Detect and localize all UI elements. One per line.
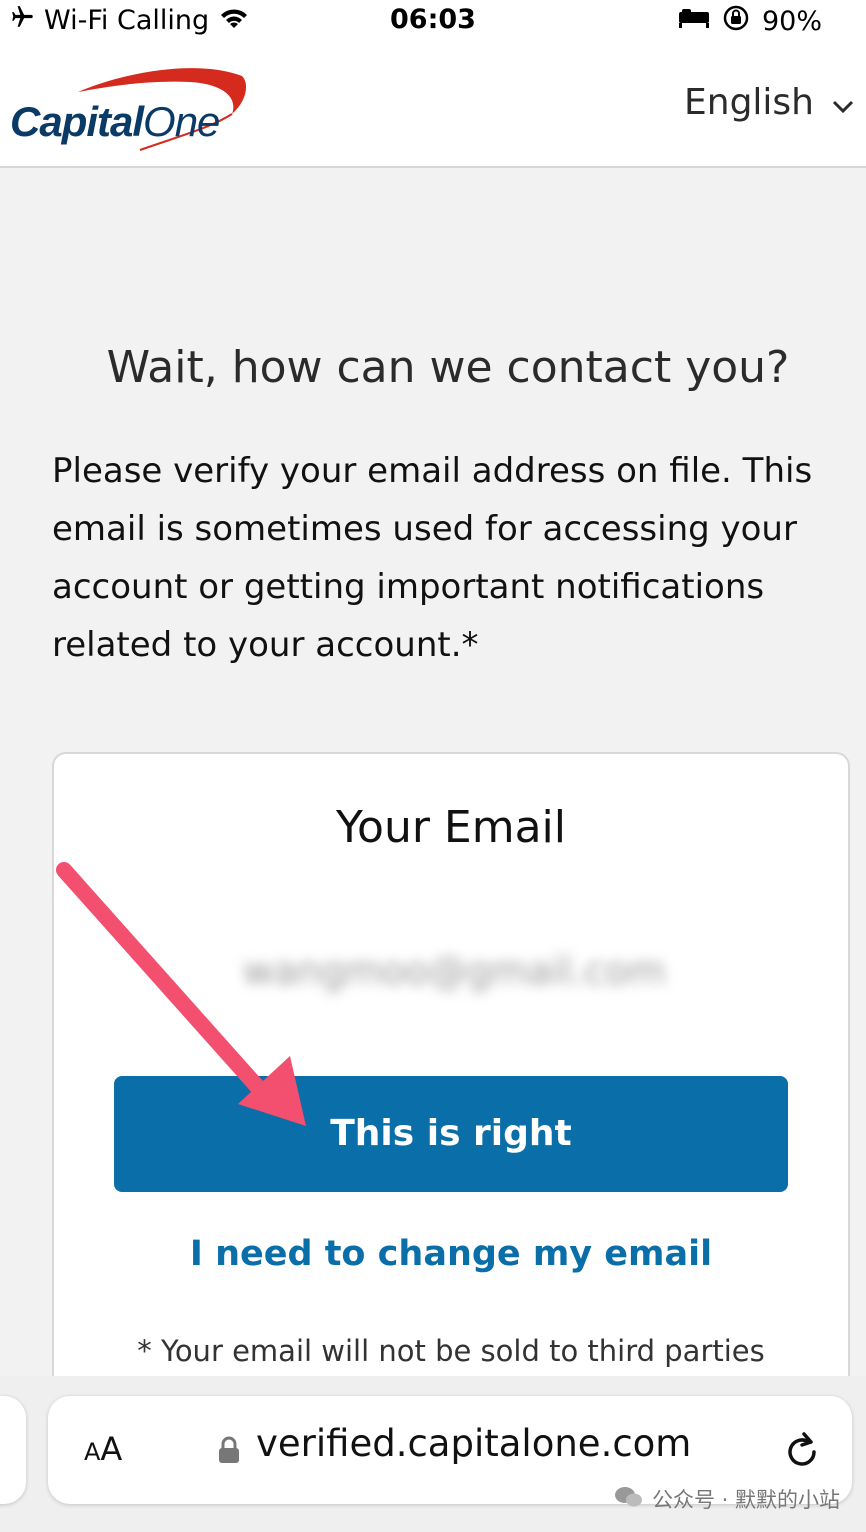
battery-percent: 90%	[761, 6, 822, 37]
logo-wordmark: CapitalOne	[10, 98, 220, 146]
reload-icon[interactable]	[784, 1430, 822, 1474]
orientation-lock-icon	[722, 4, 750, 39]
chevron-down-icon	[832, 82, 854, 123]
lock-icon	[218, 1436, 240, 1468]
intro-text: Please verify your email address on file…	[52, 451, 813, 665]
capital-one-logo[interactable]: CapitalOne	[10, 62, 270, 154]
change-email-link[interactable]: I need to change my email	[54, 1234, 848, 1274]
watermark: 公众号 · 默默的小站	[614, 1484, 840, 1514]
language-selector[interactable]: English	[684, 82, 854, 123]
card-title: Your Email	[336, 802, 566, 853]
sleep-icon	[678, 6, 710, 37]
reader-settings-button[interactable]: AA	[84, 1430, 122, 1468]
status-right: 90%	[678, 4, 822, 39]
watermark-text: 公众号 · 默默的小站	[651, 1488, 840, 1512]
aa-large: A	[100, 1430, 123, 1468]
site-header: CapitalOne English	[0, 46, 866, 168]
email-value-blurred: wangmoo@gmail.com	[242, 949, 666, 993]
wechat-icon	[614, 1485, 644, 1514]
language-label: English	[684, 82, 814, 123]
previous-tab-preview[interactable]	[0, 1396, 26, 1504]
url-text: verified.capitalone.com	[256, 1422, 692, 1465]
logo-text-capital: Capital	[10, 98, 144, 145]
status-bar: Wi-Fi Calling 06:03 90%	[0, 0, 866, 46]
aa-small: A	[84, 1438, 101, 1466]
disclaimer-text: * Your email will not be sold to third p…	[137, 1334, 765, 1368]
this-is-right-button[interactable]: This is right	[114, 1076, 788, 1192]
page-heading: Wait, how can we contact you?	[106, 342, 790, 393]
logo-text-one: One	[143, 98, 220, 145]
